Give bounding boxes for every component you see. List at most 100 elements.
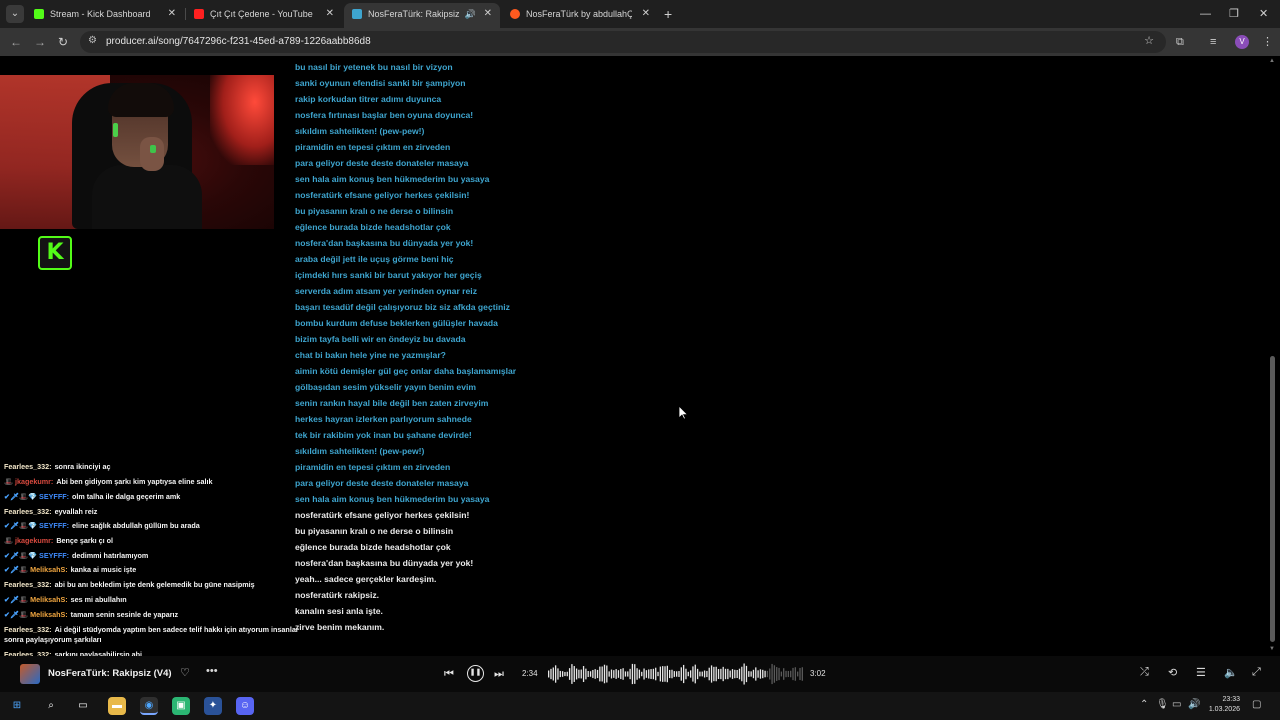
pause-button[interactable]: ❚❚ (467, 665, 484, 682)
lyric-line-past[interactable]: içimdeki hırs sanki bir barut yakıyor he… (295, 268, 895, 284)
discord-icon[interactable]: ☺ (236, 697, 254, 715)
chat-text: dedimmi hatırlamıyom (72, 551, 149, 560)
waveform-bar (703, 670, 706, 678)
repeat-icon[interactable]: ⟲ (1168, 666, 1177, 679)
extensions-icon[interactable]: ⧉ (1176, 33, 1184, 51)
lyric-line-past[interactable]: herkes hayran izlerken parlıyorum sahned… (295, 412, 895, 428)
chat-username[interactable]: Fearlees_332: (4, 625, 52, 634)
lyric-line-past[interactable]: sıkıldım sahtelikten! (pew-pew!) (295, 124, 895, 140)
profile-avatar[interactable]: V (1235, 35, 1249, 49)
chat-username[interactable]: SEYFFF: (39, 521, 69, 530)
speaker-icon[interactable]: 🔊 (465, 3, 476, 25)
lyric-line-past[interactable]: serverda adım atsam yer yerinden oynar r… (295, 284, 895, 300)
game-launcher-icon[interactable]: ✦ (204, 697, 222, 715)
waveform-bar (778, 667, 780, 681)
lyric-line-past[interactable]: araba değil jett ile uçuş görme beni hiç (295, 252, 895, 268)
chat-username[interactable]: Fearlees_332: (4, 462, 52, 471)
address-bar[interactable]: ⚙ producer.ai/song/7647296c-f231-45ed-a7… (80, 31, 1166, 53)
notification-icon[interactable]: ▢ (1252, 699, 1261, 710)
chat-username[interactable]: Fearlees_332: (4, 507, 52, 516)
tray-chevron-icon[interactable]: ⌃ (1140, 699, 1148, 710)
volume-icon[interactable]: 🔈 (1224, 666, 1238, 679)
volume-tray-icon[interactable]: 🔊 (1188, 699, 1200, 710)
waveform-bar (610, 669, 613, 679)
close-icon[interactable]: ✕ (484, 3, 492, 25)
restore-button[interactable]: ❐ (1229, 4, 1239, 24)
lyric-line-past[interactable]: chat bi bakın hele yine ne yazmışlar? (295, 348, 895, 364)
chat-username[interactable]: MeliksahS: (30, 565, 68, 574)
lyric-line-past[interactable]: para geliyor deste deste donateler masay… (295, 156, 895, 172)
lyric-line-past[interactable]: aimin kötü demişler gül geç onlar daha b… (295, 364, 895, 380)
waveform-bar (755, 667, 757, 681)
file-explorer-icon[interactable]: ▬ (108, 697, 126, 715)
scroll-down-arrow[interactable]: ▼ (1269, 646, 1275, 652)
tab-title: Çıt Çıt Çedene - YouTube (210, 9, 313, 19)
minimize-button[interactable]: — (1200, 4, 1211, 24)
lyric-line-past[interactable]: nosfera fırtınası başlar ben oyuna doyun… (295, 108, 895, 124)
media-control-icon[interactable]: ≡ (1210, 33, 1216, 51)
lyric-line-past[interactable]: eğlence burada bizde headshotlar çok (295, 220, 895, 236)
lyric-line-past[interactable]: sen hala aim konuş ben hükmederim bu yas… (295, 172, 895, 188)
tab-youtube[interactable]: Çıt Çıt Çedene - YouTube ✕ (186, 3, 342, 25)
waveform-bar (715, 666, 717, 682)
scroll-thumb[interactable] (1270, 356, 1275, 642)
tab-producer-second[interactable]: NosFeraTürk by abdullahÇakma ✕ (502, 3, 658, 25)
lyric-line-past[interactable]: sanki oyunun efendisi sanki bir şampiyon (295, 76, 895, 92)
shuffle-icon[interactable]: ⤮ (1140, 666, 1149, 679)
next-track-icon[interactable]: ⏭ (494, 665, 504, 683)
lyric-line-past[interactable]: başarı tesadüf değil çalışıyoruz biz siz… (295, 300, 895, 316)
lyric-line-past[interactable]: tek bir rakibim yok inan bu şahane devir… (295, 428, 895, 444)
reload-icon[interactable]: ↻ (58, 33, 68, 51)
chat-username[interactable]: jkagekumr: (15, 536, 53, 545)
lyric-line-past[interactable]: nosfera'dan başkasına bu dünyada yer yok… (295, 236, 895, 252)
task-view-icon[interactable]: ▭ (74, 697, 92, 715)
new-tab-button[interactable]: + (664, 4, 672, 24)
mic-tray-icon[interactable]: 🎙 (1156, 699, 1169, 710)
kebab-menu-icon[interactable]: ⋮ (1262, 33, 1273, 51)
kick-app-icon[interactable]: ▣ (172, 697, 190, 715)
lyric-line-past[interactable]: bu piyasanın kralı o ne derse o bilinsin (295, 204, 895, 220)
waveform-bar (559, 670, 561, 678)
chat-username[interactable]: jkagekumr: (15, 477, 53, 486)
chrome-icon[interactable]: ◉ (140, 697, 158, 715)
tab-producer-active[interactable]: NosFeraTürk: Rakipsiz (V4) 🔊 ✕ (344, 3, 500, 28)
queue-icon[interactable]: ☰ (1196, 666, 1206, 679)
chat-username[interactable]: SEYFFF: (39, 492, 69, 501)
more-options-icon[interactable]: ••• (206, 665, 218, 677)
song-cover-art[interactable] (20, 664, 40, 684)
site-info-icon[interactable]: ⚙ (88, 35, 97, 46)
chat-username[interactable]: MeliksahS: (30, 595, 68, 604)
bookmark-star-icon[interactable]: ☆ (1144, 34, 1154, 47)
chat-username[interactable]: SEYFFF: (39, 551, 69, 560)
expand-icon[interactable]: ⤢ (1252, 666, 1261, 679)
close-icon[interactable]: ✕ (642, 3, 650, 25)
heart-icon[interactable]: ♡ (180, 666, 190, 679)
windows-start-icon[interactable]: ⊞ (8, 697, 26, 715)
scroll-up-arrow[interactable]: ▲ (1269, 58, 1275, 64)
lyric-line-past[interactable]: senin rankın hayal bile değil ben zaten … (295, 396, 895, 412)
lyric-line-past[interactable]: bizim tayfa belli wir en öndeyiz bu dava… (295, 332, 895, 348)
network-icon[interactable]: ▭ (1172, 699, 1181, 710)
close-icon[interactable]: ✕ (168, 3, 176, 25)
clock[interactable]: 23:33 1.03.2026 (1206, 695, 1240, 715)
chat-username[interactable]: MeliksahS: (30, 610, 68, 619)
search-icon[interactable]: ⌕ (42, 697, 60, 715)
previous-track-icon[interactable]: ⏮ (444, 665, 454, 683)
back-icon[interactable]: ← (10, 33, 22, 51)
forward-icon[interactable]: → (34, 33, 46, 51)
lyric-line-past[interactable]: gölbaşıdan sesim yükselir yayın benim ev… (295, 380, 895, 396)
lyric-line-past[interactable]: bu nasıl bir yetenek bu nasıl bir vizyon (295, 60, 895, 76)
waveform-bar (645, 670, 648, 678)
lyric-line-past[interactable]: nosferatürk efsane geliyor herkes çekils… (295, 188, 895, 204)
tab-search-button[interactable]: ⌄ (6, 5, 24, 23)
lyric-line-past[interactable]: piramidin en tepesi çıktım en zirveden (295, 140, 895, 156)
chat-username[interactable]: Fearlees_332: (4, 580, 52, 589)
lyric-line-past[interactable]: bombu kurdum defuse beklerken gülüşler h… (295, 316, 895, 332)
close-window-button[interactable]: ✕ (1259, 4, 1268, 24)
page-scrollbar[interactable]: ▲ ▼ (1269, 56, 1277, 656)
tab-kick-dashboard[interactable]: Stream - Kick Dashboard ✕ (26, 3, 184, 25)
song-title[interactable]: NosFeraTürk: Rakipsiz (V4) (48, 668, 172, 679)
close-icon[interactable]: ✕ (326, 3, 334, 25)
lyric-line-past[interactable]: rakip korkudan titrer adımı duyunca (295, 92, 895, 108)
waveform-progress[interactable] (548, 662, 804, 686)
